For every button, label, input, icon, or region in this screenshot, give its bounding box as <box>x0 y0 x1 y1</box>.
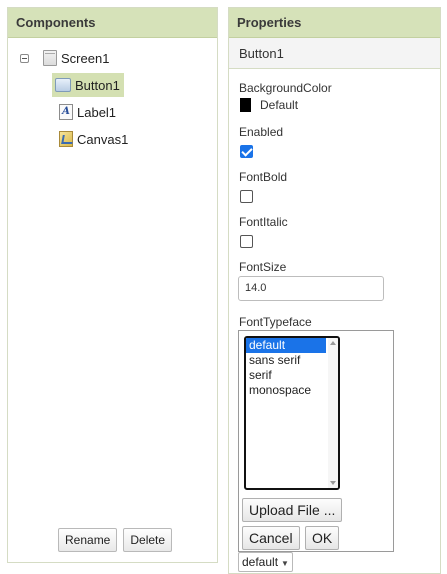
tree-node-label1[interactable]: A Label1 <box>59 100 116 124</box>
screen-icon <box>43 50 57 66</box>
font-option-sans-serif[interactable]: sans serif <box>246 353 338 368</box>
tree-node-canvas1[interactable]: Canvas1 <box>59 127 128 151</box>
tree-node-screen1[interactable]: Screen1 <box>43 46 109 70</box>
tree-node-button1[interactable]: Button1 <box>52 73 124 97</box>
font-typeface-dropdown-value: default <box>242 555 279 569</box>
cancel-button[interactable]: Cancel <box>242 526 300 550</box>
properties-panel: Properties Button1 BackgroundColor Defau… <box>228 7 441 574</box>
font-size-input[interactable]: 14.0 <box>238 276 384 301</box>
enabled-checkbox[interactable] <box>240 145 253 158</box>
font-typeface-popup: default sans serif serif monospace Uploa… <box>238 330 394 552</box>
scroll-up-icon[interactable] <box>330 341 336 345</box>
tree-node-label: Canvas1 <box>77 131 129 147</box>
component-actions: Rename Delete <box>58 528 173 552</box>
listbox-scrollbar[interactable] <box>328 338 338 488</box>
font-option-serif[interactable]: serif <box>246 368 338 383</box>
font-italic-checkbox[interactable] <box>240 235 253 248</box>
background-color-label: BackgroundColor <box>239 81 332 95</box>
background-color-value[interactable]: Default <box>260 98 298 112</box>
scroll-down-icon[interactable] <box>330 481 336 485</box>
canvas-component-icon <box>59 131 73 147</box>
tree-node-label: Screen1 <box>61 50 110 66</box>
tree-node-label: Button1 <box>75 77 120 93</box>
font-option-default[interactable]: default <box>246 338 326 353</box>
font-typeface-label: FontTypeface <box>239 315 312 329</box>
button-component-icon <box>55 78 71 92</box>
tree-node-label: Label1 <box>77 104 117 120</box>
font-typeface-listbox[interactable]: default sans serif serif monospace <box>244 336 340 490</box>
chevron-down-icon: ▼ <box>281 559 289 568</box>
selected-component-name: Button1 <box>229 38 440 69</box>
font-bold-checkbox[interactable] <box>240 190 253 203</box>
collapse-toggle-icon[interactable] <box>20 54 29 63</box>
components-header: Components <box>8 8 217 38</box>
upload-file-button[interactable]: Upload File ... <box>242 498 343 522</box>
ok-button[interactable]: OK <box>305 526 340 550</box>
properties-header: Properties <box>229 8 440 38</box>
background-color-swatch[interactable] <box>240 98 251 112</box>
font-size-label: FontSize <box>239 260 287 274</box>
font-italic-label: FontItalic <box>239 215 288 229</box>
font-bold-label: FontBold <box>239 170 288 184</box>
enabled-label: Enabled <box>239 125 284 139</box>
components-panel: Components Screen1 Button1 A Label1 Canv… <box>7 7 218 563</box>
label-component-icon: A <box>59 104 73 120</box>
rename-button[interactable]: Rename <box>58 528 118 552</box>
delete-button[interactable]: Delete <box>123 528 173 552</box>
font-option-monospace[interactable]: monospace <box>246 383 338 398</box>
font-typeface-dropdown[interactable]: default ▼ <box>238 552 293 572</box>
